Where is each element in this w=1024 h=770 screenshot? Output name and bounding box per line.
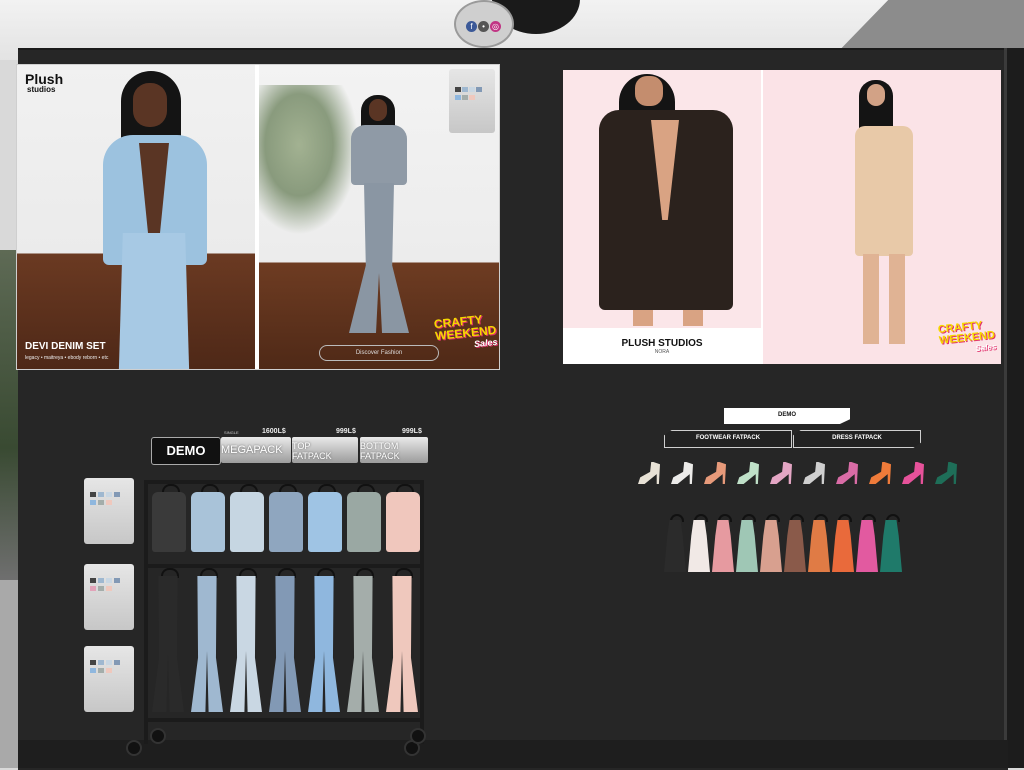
palm-plant xyxy=(259,85,359,235)
bottom-fatpack-label: BOTTOM xyxy=(360,441,399,451)
product-bodies: legacy • maitreya • ebody reborn • etc xyxy=(25,355,109,361)
store-wall-edge xyxy=(1004,48,1024,768)
model-leg xyxy=(889,254,905,344)
poster-panel-fullbody: CRAFTY WEEKEND Sales xyxy=(763,70,1001,364)
poster-panel-closeup: Plush studios DEVI DENIM SET legacy • ma… xyxy=(17,65,255,369)
megapack-button[interactable]: MEGAPACK xyxy=(221,437,291,463)
jacket-vendor-item[interactable] xyxy=(191,492,225,552)
denim-jacket xyxy=(351,125,407,185)
top-fatpack-button[interactable]: TOP FATPACK xyxy=(292,437,358,463)
brand-strip: PLUSH STUDIOS NORA xyxy=(563,328,761,364)
rack-leg xyxy=(144,480,148,744)
megapack-price: 1600L$ xyxy=(262,428,286,435)
megapack-tag: SINGLE xyxy=(224,430,239,435)
crafty-weekend-badge: CRAFTY WEEKEND Sales xyxy=(937,319,997,354)
social-media-hub[interactable]: f • ◎ xyxy=(454,0,514,48)
flickr-icon[interactable]: • xyxy=(478,21,489,32)
rack-wheel xyxy=(410,728,426,744)
bottom-fatpack-button[interactable]: BOTTOM FATPACK xyxy=(360,437,428,463)
jacket-vendor-item[interactable] xyxy=(269,492,303,552)
jacket-vendor-item[interactable] xyxy=(347,492,381,552)
brand-name: PLUSH STUDIOS xyxy=(621,338,703,349)
rack-rail-bottom xyxy=(144,718,424,722)
bottom-fatpack-label-2: FATPACK xyxy=(360,451,400,461)
jacket-vendor-item[interactable] xyxy=(230,492,264,552)
color-hud-card[interactable] xyxy=(84,478,134,544)
poster-logo-sub: studios xyxy=(27,85,56,94)
top-fatpack-label: TOP xyxy=(292,441,311,451)
jacket-vendor-item[interactable] xyxy=(308,492,342,552)
lace-dress-poster[interactable]: PLUSH STUDIOS NORA CRAFTY WEEKEND Sales xyxy=(563,70,1001,364)
poster-panel-fullbody: Discover Fashion CRAFTY WEEKEND Sales xyxy=(259,65,499,369)
product-name: DEVI DENIM SET xyxy=(25,341,106,352)
crafty-weekend-badge: CRAFTY WEEKEND Sales xyxy=(433,312,498,350)
model-leg xyxy=(633,310,653,326)
facebook-icon[interactable]: f xyxy=(466,21,477,32)
bottom-fatpack-price: 999L$ xyxy=(402,428,422,435)
color-hud-card[interactable] xyxy=(84,646,134,712)
jacket-vendor-item[interactable] xyxy=(152,492,186,552)
model-face xyxy=(635,76,663,106)
color-hud-card[interactable] xyxy=(84,564,134,630)
rack-wheel xyxy=(126,740,142,756)
product-name: NORA xyxy=(654,349,670,355)
denim-jeans xyxy=(118,233,190,369)
swatch-card xyxy=(449,69,495,133)
nude-lace-dress xyxy=(855,126,913,256)
model-leg xyxy=(683,310,703,326)
store-floor-trim xyxy=(18,740,1008,768)
demo-button[interactable]: DEMO xyxy=(151,437,221,465)
rack-leg xyxy=(420,480,424,744)
dress-fatpack-button[interactable]: DRESS FATPACK xyxy=(793,430,921,448)
rack-wheel xyxy=(150,728,166,744)
search-pill[interactable]: Discover Fashion xyxy=(319,345,439,361)
footwear-fatpack-button[interactable]: FOOTWEAR FATPACK xyxy=(664,430,792,448)
top-fatpack-label-2: FATPACK xyxy=(292,451,332,461)
top-fatpack-price: 999L$ xyxy=(336,428,356,435)
demo-button[interactable]: DEMO xyxy=(724,408,850,424)
denim-set-poster[interactable]: Plush studios DEVI DENIM SET legacy • ma… xyxy=(16,64,500,370)
instagram-icon[interactable]: ◎ xyxy=(490,21,501,32)
model-face xyxy=(867,84,885,106)
model-face xyxy=(369,99,387,121)
model-leg xyxy=(863,254,879,344)
model-face xyxy=(133,83,167,127)
poster-panel-closeup: PLUSH STUDIOS NORA xyxy=(563,70,761,364)
jacket-vendor-item[interactable] xyxy=(386,492,420,552)
